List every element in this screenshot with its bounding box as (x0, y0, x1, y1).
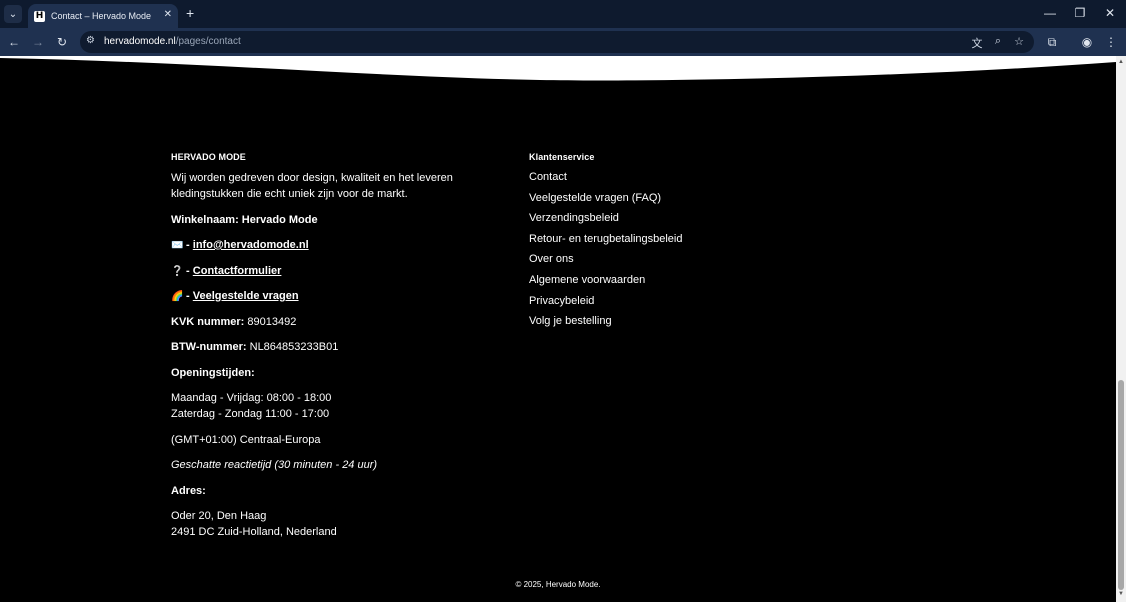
site-info-icon[interactable]: ⚙ (86, 35, 95, 46)
browser-tab-bar: ⌄ H Contact – Hervado Mode ✕ + — ❐ ✕ (0, 0, 1126, 28)
contact-form-separator: - (183, 265, 193, 277)
footer-link-faq[interactable]: Veelgestelde vragen (FAQ) (529, 192, 661, 204)
timezone: (GMT+01:00) Centraal-Europa (171, 434, 321, 446)
window-close-icon[interactable]: ✕ (1103, 6, 1117, 20)
zoom-icon[interactable]: ⌕ (991, 35, 1005, 48)
bookmark-star-icon[interactable]: ☆ (1012, 35, 1026, 48)
question-mark-icon: ❔ (171, 266, 184, 277)
scroll-up-icon[interactable]: ▲ (1117, 59, 1125, 65)
browser-toolbar: ← → ↻ ⚙ hervadomode.nl/pages/contact 文 ⌕… (0, 28, 1126, 56)
back-icon[interactable]: ← (6, 34, 22, 50)
kvk-label: KVK nummer: (171, 316, 245, 328)
url-host: hervadomode.nl (104, 36, 176, 47)
shop-name: Winkelnaam: Hervado Mode (171, 214, 318, 226)
url-path: /pages/contact (175, 36, 241, 47)
btw-label: BTW-nummer: (171, 341, 247, 353)
copyright: © 2025, Hervado Mode. (515, 580, 601, 589)
favicon-icon: H (34, 10, 45, 22)
forward-icon[interactable]: → (30, 34, 46, 50)
footer-link-track-order[interactable]: Volg je bestelling (529, 315, 612, 327)
tab-search-button[interactable]: ⌄ (4, 5, 22, 23)
email-separator: - (183, 239, 193, 251)
kvk-number: KVK nummer: 89013492 (171, 315, 296, 331)
faq-row: 🌈 - Veelgestelde vragen (171, 289, 299, 305)
section-wave-divider (0, 56, 1116, 81)
kvk-value: 89013492 (244, 316, 297, 328)
faq-separator: - (183, 290, 193, 302)
footer-link-terms[interactable]: Algemene voorwaarden (529, 274, 645, 286)
tab-title: Contact – Hervado Mode (51, 11, 152, 21)
contact-form-link[interactable]: Contactformulier (193, 265, 282, 277)
address-bar[interactable]: ⚙ hervadomode.nl/pages/contact 文 ⌕ ☆ (80, 31, 1034, 53)
page-content: HERVADO MODE Wij worden gedreven door de… (0, 56, 1116, 602)
address-label: Adres: (171, 485, 206, 497)
scroll-down-icon[interactable]: ▼ (1117, 591, 1125, 597)
url-text[interactable]: hervadomode.nl/pages/contact (104, 36, 241, 47)
restore-icon[interactable]: ❐ (1073, 6, 1087, 20)
btw-number: BTW-nummer: NL864853233B01 (171, 340, 338, 356)
email-row: ✉️ - info@hervadomode.nl (171, 238, 309, 254)
envelope-icon: ✉️ (171, 240, 184, 251)
footer-link-refund[interactable]: Retour- en terugbetalingsbeleid (529, 233, 683, 245)
email-link[interactable]: info@hervadomode.nl (193, 239, 309, 251)
contact-form-row: ❔ - Contactformulier (171, 264, 281, 280)
footer-link-privacy[interactable]: Privacybeleid (529, 295, 594, 307)
extensions-icon[interactable]: ⧉ (1044, 34, 1060, 50)
profile-icon[interactable]: ◉ (1079, 34, 1095, 50)
new-tab-button[interactable]: + (186, 5, 194, 21)
translate-icon[interactable]: 文 (970, 35, 984, 51)
hours-weekday: Maandag - Vrijdag: 08:00 - 18:00 (171, 392, 332, 404)
reload-icon[interactable]: ↻ (54, 34, 70, 50)
active-tab[interactable]: H Contact – Hervado Mode ✕ (28, 4, 178, 28)
address-line-1: Oder 20, Den Haag (171, 510, 267, 522)
footer-link-contact[interactable]: Contact (529, 171, 567, 183)
footer-link-shipping[interactable]: Verzendingsbeleid (529, 212, 619, 224)
brand-description: Wij worden gedreven door design, kwalite… (171, 172, 453, 200)
opening-hours-label: Openingstijden: (171, 367, 255, 379)
page-scrollbar[interactable]: ▲ ▼ (1116, 56, 1126, 602)
address-line-2: 2491 DC Zuid-Holland, Nederland (171, 526, 337, 538)
hours-weekend: Zaterdag - Zondag 11:00 - 17:00 (171, 408, 330, 420)
btw-value: NL864853233B01 (246, 341, 339, 353)
minimize-icon[interactable]: — (1043, 6, 1057, 20)
brand-heading: HERVADO MODE (171, 152, 246, 162)
rainbow-icon: 🌈 (171, 291, 184, 302)
faq-link[interactable]: Veelgestelde vragen (193, 290, 299, 302)
scrollbar-thumb[interactable] (1118, 380, 1124, 590)
tab-close-icon[interactable]: ✕ (164, 9, 172, 20)
chevron-down-icon: ⌄ (8, 8, 18, 20)
browser-menu-icon[interactable]: ⋮ (1103, 34, 1119, 50)
response-time: Geschatte reactietijd (30 minuten - 24 u… (171, 459, 378, 471)
service-heading: Klantenservice (529, 152, 595, 162)
footer-link-about[interactable]: Over ons (529, 253, 574, 265)
